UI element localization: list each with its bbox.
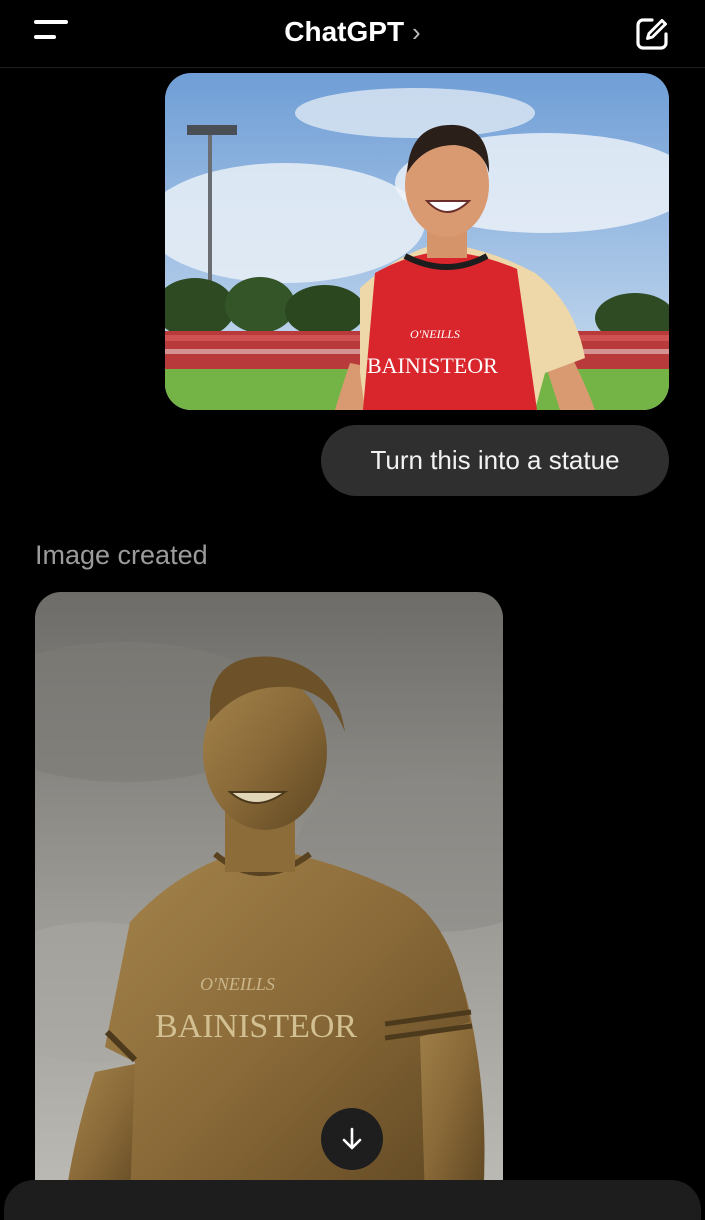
- new-chat-button[interactable]: [634, 16, 670, 52]
- top-bar: ChatGPT ›: [0, 0, 705, 68]
- statue-jersey-text: BAINISTEOR: [155, 1008, 357, 1045]
- user-message-bubble: Turn this into a statue: [321, 425, 669, 496]
- scroll-down-button[interactable]: [321, 1108, 383, 1170]
- arrow-down-icon: [342, 1127, 362, 1150]
- statue-brand-text: O'NEILLS: [200, 974, 275, 994]
- generated-image[interactable]: O'NEILLS BAINISTEOR: [35, 592, 503, 1200]
- model-selector[interactable]: ChatGPT ›: [0, 14, 705, 50]
- user-uploaded-photo[interactable]: O'NEILLS BAINISTEOR: [165, 73, 669, 410]
- page-title: ChatGPT: [284, 16, 405, 47]
- jersey-text: BAINISTEOR: [367, 353, 498, 378]
- image-created-label: Image created: [35, 540, 208, 570]
- user-message-text: Turn this into a statue: [370, 445, 620, 475]
- chevron-right-icon: ›: [412, 17, 421, 47]
- jersey-brand-text: O'NEILLS: [410, 327, 460, 341]
- compose-icon: [636, 18, 668, 50]
- message-composer[interactable]: [4, 1180, 701, 1220]
